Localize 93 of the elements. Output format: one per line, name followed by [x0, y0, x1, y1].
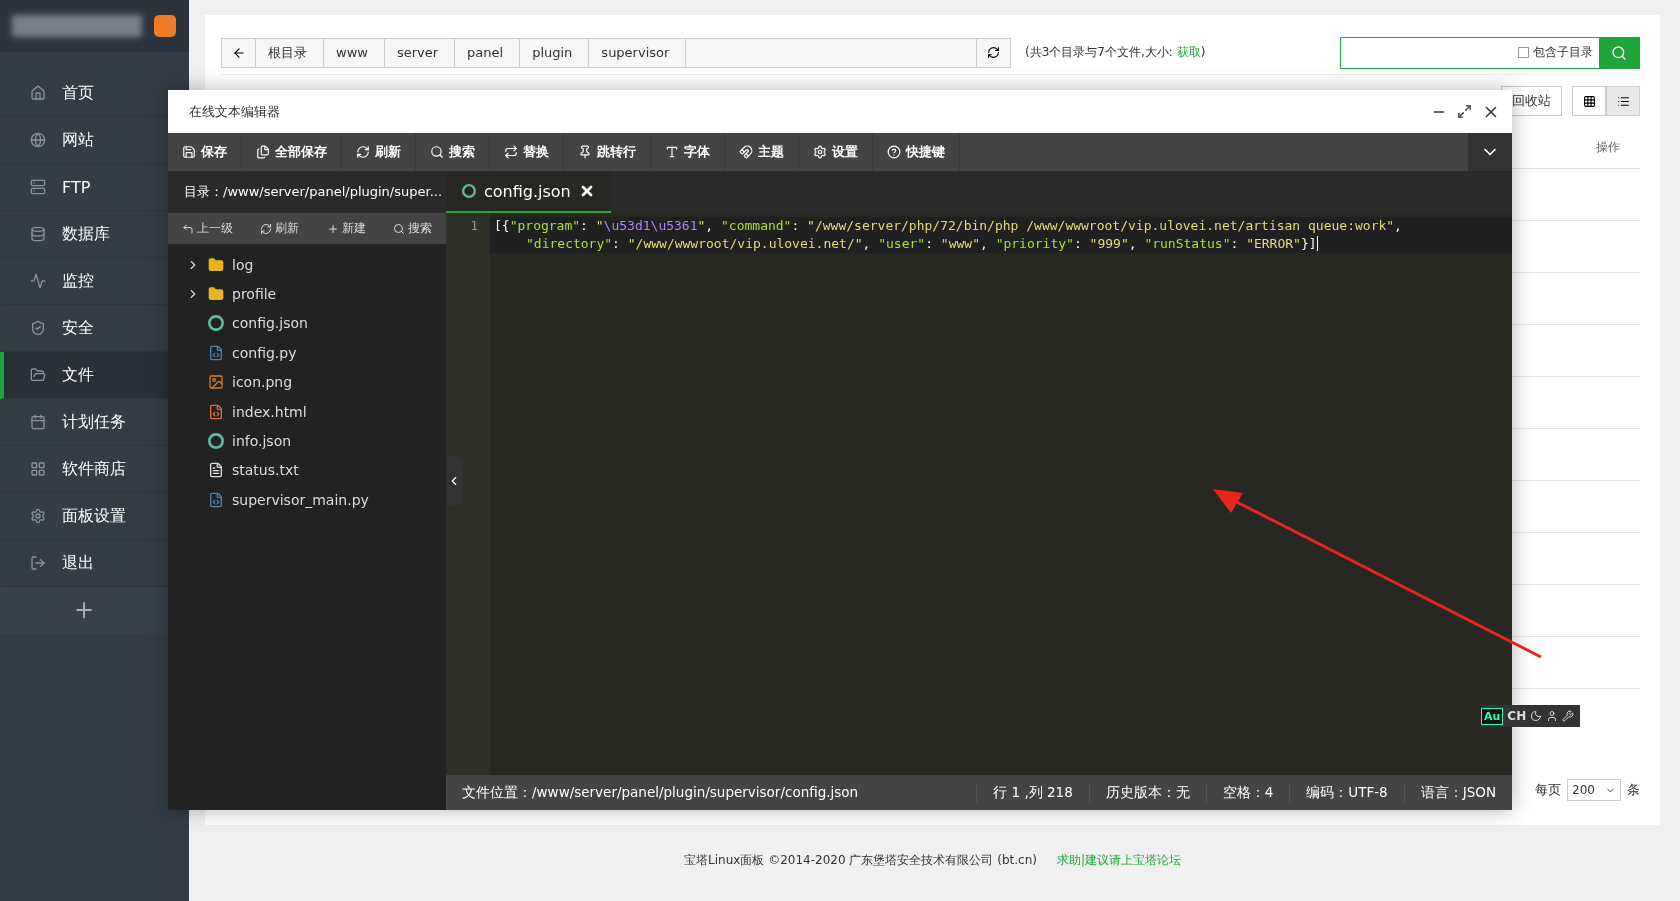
search-icon	[393, 222, 406, 235]
server-icon	[30, 179, 46, 195]
search-button[interactable]	[1599, 36, 1639, 69]
settings-icon	[813, 145, 827, 159]
code-file-icon	[208, 491, 224, 508]
file-tab[interactable]: config.json	[446, 171, 611, 213]
user-icon	[1546, 710, 1559, 722]
file-tree-item[interactable]: supervisor_main.py	[168, 485, 446, 515]
magnet-icon	[739, 145, 753, 159]
sidebar-item[interactable]: 文件	[0, 352, 168, 399]
search-icon	[430, 145, 444, 159]
folder-icon	[208, 256, 224, 273]
status-item: 语言：JSON	[1403, 783, 1512, 802]
tree-action-button[interactable]: 刷新	[260, 220, 300, 237]
wrench-icon	[1562, 710, 1575, 722]
status-item: 历史版本：无	[1088, 783, 1206, 802]
refresh-icon	[356, 145, 370, 159]
refresh-icon	[987, 46, 1000, 59]
breadcrumb-item[interactable]: panel	[455, 38, 521, 67]
plus-icon	[326, 222, 339, 235]
status-item: 编码：UTF-8	[1289, 783, 1404, 802]
status-item: 文件位置：/www/server/panel/plugin/supervisor/config.json	[461, 783, 860, 802]
line-number: 1	[469, 217, 478, 235]
text-file-icon	[208, 462, 224, 479]
folder-icon	[208, 286, 224, 303]
add-button[interactable]: +	[0, 587, 168, 633]
copyright-text: 宝塔Linux面板 ©2014-2020 广东堡塔安全技术有限公司 (bt.cn)	[684, 851, 1037, 869]
breadcrumb-item[interactable]: supervisor	[589, 38, 687, 67]
directory-info: (共3个目录与7个文件,大小: 获取)	[1025, 44, 1206, 61]
file-tree-item[interactable]: profile	[168, 279, 446, 309]
file-tree-item[interactable]: config.py	[168, 338, 446, 368]
tree-action-button[interactable]: 上一级	[181, 220, 233, 237]
grid-icon	[30, 461, 46, 477]
checkbox[interactable]	[1518, 47, 1529, 58]
status-item: 行 1 ,列 218	[976, 783, 1089, 802]
ring-icon	[208, 433, 224, 450]
file-tree-item[interactable]: info.json	[168, 426, 446, 456]
files-icon	[256, 145, 270, 159]
breadcrumb-item[interactable]: server	[384, 38, 456, 67]
code-file-icon	[208, 403, 224, 420]
checkbox-label: 包含子目录	[1533, 44, 1593, 61]
grid-view-button[interactable]	[1572, 86, 1606, 116]
au-badge: Au	[1481, 707, 1504, 725]
collapse-handle[interactable]	[446, 456, 462, 506]
up-arrow-icon	[181, 222, 194, 235]
per-page-label: 每页	[1535, 781, 1561, 799]
image-file-icon	[208, 374, 224, 391]
tree-action-button[interactable]: 搜索	[393, 220, 433, 237]
breadcrumb-item[interactable]: plugin	[520, 38, 590, 67]
moon-icon	[1530, 710, 1543, 722]
file-tree-item[interactable]: status.txt	[168, 455, 446, 486]
help-icon	[887, 145, 901, 159]
tree-action-button[interactable]: 新建	[326, 220, 366, 237]
maximize-icon[interactable]	[1457, 104, 1472, 119]
folder-icon	[30, 367, 46, 383]
code-line: [{"program": "\u53d1\u5361", "command": "/www/server/php/72/bin/php /www/wwwroot/vip.ulovei.net/artisan queue:work",	[493, 217, 1403, 235]
save-icon	[182, 145, 196, 159]
unit-label: 条	[1627, 781, 1640, 799]
logo-icon	[154, 15, 176, 37]
search-field[interactable]: 包含子目录	[1340, 36, 1640, 69]
pin-icon	[578, 145, 592, 159]
directory-path: 目录：/www/server/panel/plugin/super...	[168, 171, 446, 213]
ring-icon	[208, 315, 224, 332]
ring-icon	[462, 184, 476, 198]
file-tree-item[interactable]: log	[168, 250, 446, 280]
list-view-button[interactable]	[1606, 86, 1640, 116]
breadcrumb-item[interactable]: www	[324, 38, 385, 67]
window-title: 在线文本编辑器	[189, 102, 281, 121]
back-arrow-icon	[231, 45, 246, 60]
file-tree-item[interactable]: icon.png	[168, 367, 446, 397]
input-mode: CH	[1507, 709, 1527, 723]
pulse-icon	[30, 273, 46, 289]
font-icon	[665, 145, 679, 159]
per-page-select[interactable]: 200	[1567, 779, 1621, 801]
list-icon	[1616, 94, 1630, 108]
file-tree-item[interactable]: config.json	[168, 308, 446, 339]
breadcrumb-item[interactable]: 根目录	[256, 38, 324, 67]
settings-icon	[30, 508, 46, 524]
calendar-icon	[30, 414, 46, 430]
search-icon	[1611, 44, 1627, 61]
database-icon	[30, 226, 46, 242]
refresh-icon	[260, 222, 273, 235]
file-tree-item[interactable]: index.html	[168, 396, 446, 427]
column-header: 操作	[1596, 139, 1620, 156]
status-item: 空格：4	[1205, 783, 1290, 802]
home-icon	[30, 85, 46, 101]
replace-icon	[504, 145, 518, 159]
code-file-icon	[208, 344, 224, 361]
grid-icon	[1582, 94, 1596, 108]
code-line: "directory": "/www/wwwroot/vip.ulovei.net/", "user": "www", "priority": "999", "runStatus": "ERROR"}]	[525, 235, 1319, 253]
shield-icon	[30, 320, 46, 336]
globe-icon	[30, 132, 46, 148]
logout-icon	[30, 555, 46, 571]
